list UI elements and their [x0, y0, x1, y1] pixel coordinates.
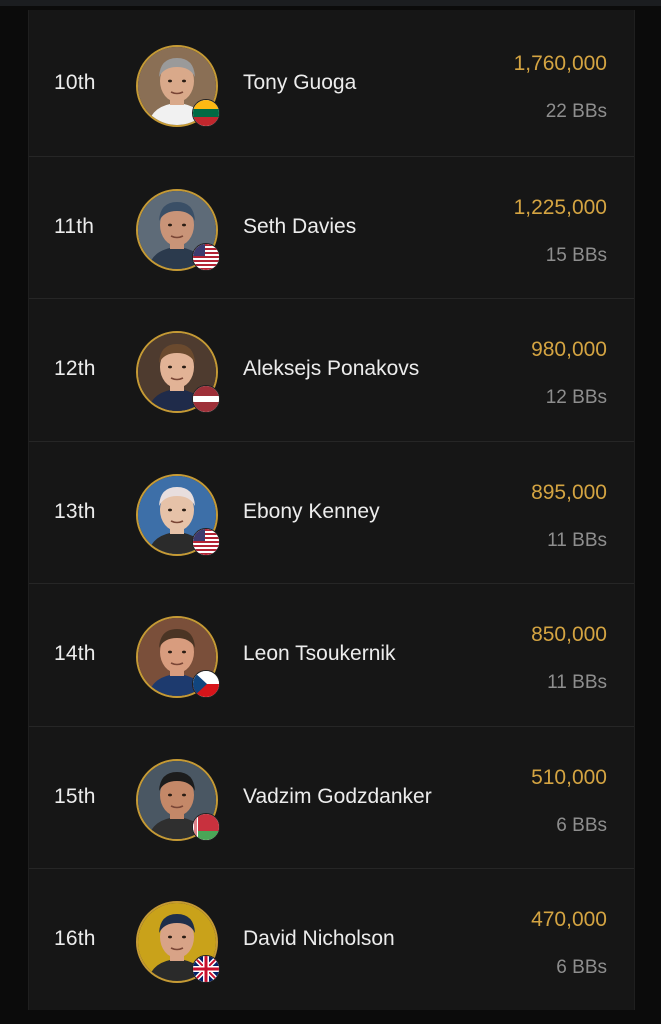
player-avatar[interactable] — [136, 188, 220, 271]
chip-count: 510,000 — [531, 765, 607, 789]
player-rank: 10th — [54, 71, 96, 94]
player-name[interactable]: Seth Davies — [243, 215, 356, 239]
latvia-flag-icon — [192, 385, 220, 413]
belarus-flag-icon — [192, 812, 220, 841]
player-row[interactable]: 10th Tony Guoga 1,760,000 22 BBs — [29, 13, 634, 155]
big-blinds-count: 6 BBs — [556, 814, 607, 836]
player-row[interactable]: 11th Seth Davies 1,225,000 15 BBs — [29, 155, 634, 298]
czech-flag-icon — [192, 670, 220, 698]
top-bar — [0, 0, 661, 6]
player-avatar[interactable] — [136, 901, 220, 983]
big-blinds-count: 11 BBs — [547, 672, 607, 693]
player-row[interactable]: 15th Vadzim Godzdanker 510,000 6 BBs — [29, 725, 634, 868]
big-blinds-count: 22 BBs — [545, 101, 607, 122]
player-avatar[interactable] — [136, 616, 220, 698]
chip-count: 850,000 — [531, 623, 607, 646]
player-row[interactable]: 16th David Nicholson 470,000 6 BBs — [29, 868, 634, 1010]
lithuania-flag-icon — [192, 99, 220, 127]
player-row[interactable]: 14th Leon Tsoukernik 850,000 11 BBs — [29, 583, 634, 725]
player-name[interactable]: Aleksejs Ponakovs — [243, 357, 419, 381]
player-row[interactable]: 13th Ebony Kenney 895,000 11 BBs — [29, 440, 634, 583]
usa-flag-icon — [192, 527, 220, 556]
chip-count: 470,000 — [531, 908, 607, 931]
usa-flag-icon — [192, 242, 220, 271]
player-name[interactable]: Leon Tsoukernik — [243, 642, 396, 666]
player-avatar[interactable] — [136, 758, 220, 841]
player-avatar[interactable] — [136, 473, 220, 556]
big-blinds-count: 12 BBs — [545, 387, 607, 408]
player-name[interactable]: Tony Guoga — [243, 71, 356, 95]
chip-count: 980,000 — [531, 338, 607, 361]
player-avatar[interactable] — [136, 331, 220, 413]
player-rank: 11th — [54, 214, 95, 238]
player-rank: 12th — [54, 357, 96, 380]
player-rank: 16th — [54, 927, 96, 950]
player-rank: 14th — [54, 642, 96, 665]
player-row[interactable]: 12th Aleksejs Ponakovs 980,000 12 BBs — [29, 298, 634, 440]
player-name[interactable]: David Nicholson — [243, 927, 395, 951]
chip-count: 1,225,000 — [513, 195, 607, 219]
player-rank: 13th — [54, 499, 96, 523]
big-blinds-count: 11 BBs — [547, 529, 607, 551]
uk-flag-icon — [192, 955, 220, 983]
player-avatar[interactable] — [136, 45, 220, 127]
chip-count: 1,760,000 — [513, 52, 607, 75]
chip-count-list: 10th Tony Guoga 1,760,000 22 BBs 11th Seth Da… — [28, 10, 635, 1010]
chip-count: 895,000 — [531, 480, 607, 504]
player-rank: 15th — [54, 784, 96, 808]
player-name[interactable]: Ebony Kenney — [243, 500, 380, 524]
big-blinds-count: 15 BBs — [545, 244, 607, 266]
player-name[interactable]: Vadzim Godzdanker — [243, 785, 432, 809]
big-blinds-count: 6 BBs — [556, 957, 607, 978]
